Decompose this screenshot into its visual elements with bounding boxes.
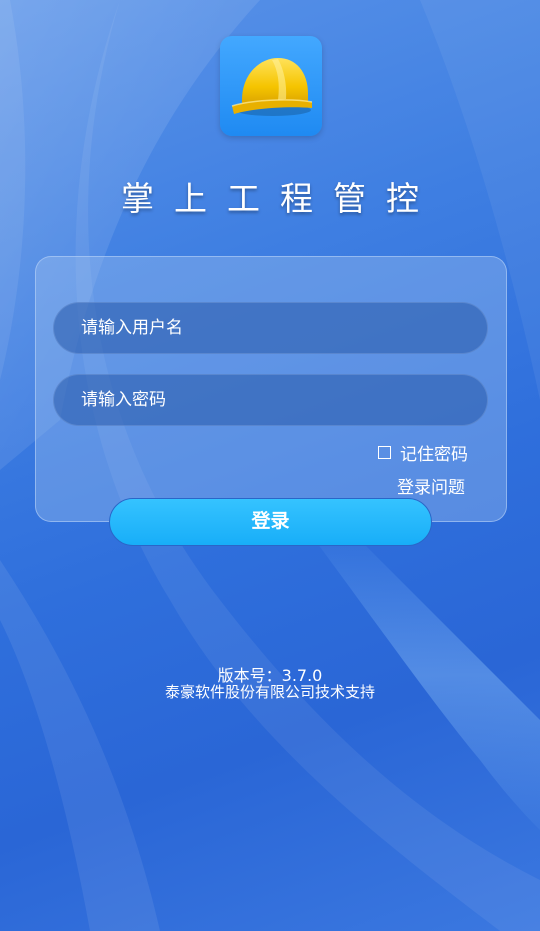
remember-password-label: 记住密码 [400, 445, 468, 465]
checkbox-icon[interactable] [378, 446, 391, 459]
username-input[interactable] [53, 302, 488, 354]
remember-password-checkbox[interactable]: 记住密码 [378, 440, 468, 465]
hard-hat-icon [231, 58, 313, 116]
login-button[interactable]: 登录 [109, 498, 432, 546]
app-logo [220, 36, 322, 136]
support-text: 泰豪软件股份有限公司技术支持 [164, 683, 375, 701]
login-problem-link[interactable]: 登录问题 [397, 473, 465, 498]
password-input[interactable] [53, 374, 488, 426]
app-title: 掌上工程管控 [121, 179, 439, 218]
